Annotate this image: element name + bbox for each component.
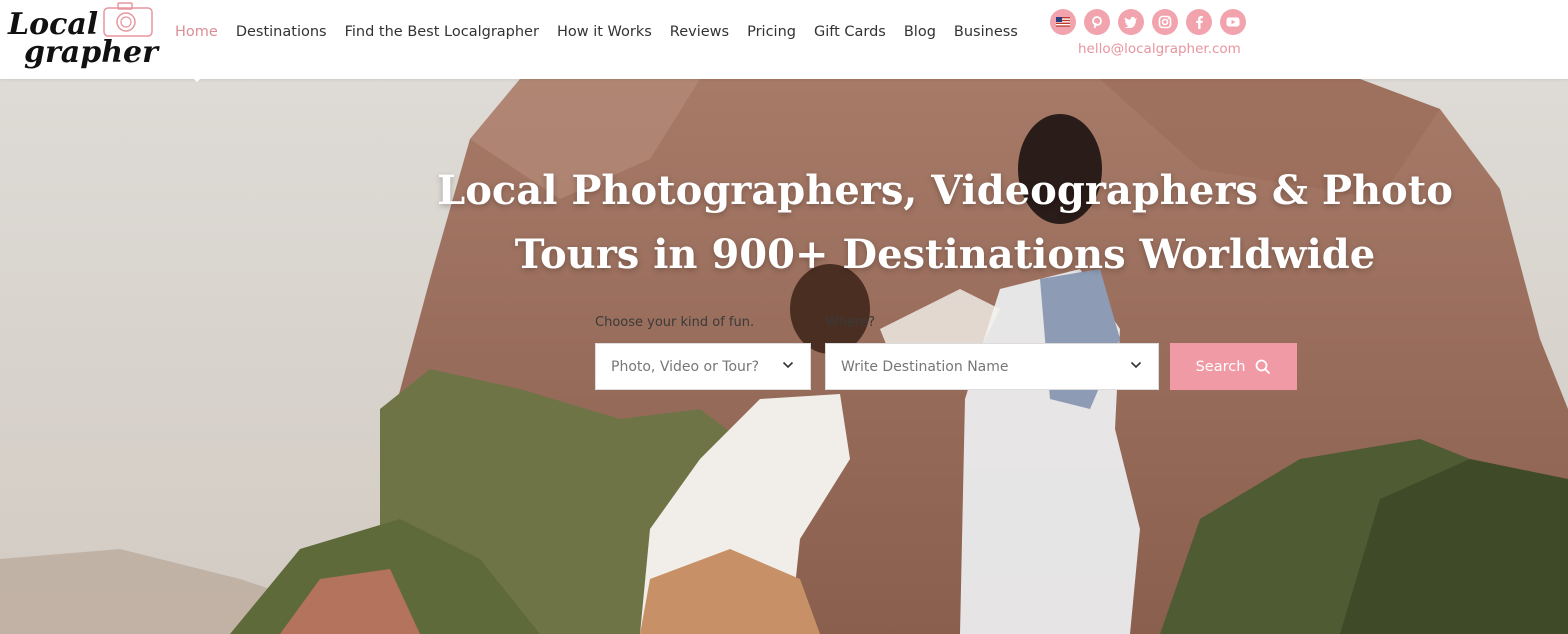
nav-item-how-it-works[interactable]: How it Works: [557, 24, 652, 40]
search-icon: [1256, 359, 1271, 374]
destination-select-value: Write Destination Name: [841, 358, 1009, 375]
kind-select[interactable]: Photo, Video or Tour?: [595, 343, 811, 390]
youtube-icon[interactable]: [1220, 9, 1246, 35]
nav-item-gift-cards[interactable]: Gift Cards: [814, 24, 886, 40]
instagram-icon[interactable]: [1152, 9, 1178, 35]
chevron-down-icon: [1130, 361, 1142, 369]
camera-icon: [103, 2, 153, 37]
kind-select-value: Photo, Video or Tour?: [611, 358, 760, 375]
kind-label: Choose your kind of fun.: [595, 315, 755, 330]
search-button[interactable]: Search: [1170, 343, 1297, 390]
main-nav: Home Destinations Find the Best Localgra…: [175, 24, 1036, 40]
search-button-label: Search: [1195, 358, 1246, 375]
site-header: Local grapher Home Destinations Find the…: [0, 0, 1568, 79]
hero-title-line2: Tours in 900+ Destinations Worldwide: [514, 231, 1376, 278]
hero-section: Local Photographers, Videographers & Pho…: [0, 79, 1568, 634]
nav-item-destinations[interactable]: Destinations: [236, 24, 327, 40]
nav-item-pricing[interactable]: Pricing: [747, 24, 796, 40]
chevron-down-icon: [782, 361, 794, 369]
where-label: Where?: [826, 315, 876, 330]
hero-title: Local Photographers, Videographers & Pho…: [420, 159, 1470, 287]
active-nav-caret: [187, 72, 207, 82]
pinterest-icon[interactable]: [1084, 9, 1110, 35]
contact-email-link[interactable]: hello@localgrapher.com: [1078, 41, 1241, 57]
nav-item-reviews[interactable]: Reviews: [670, 24, 729, 40]
nav-item-home[interactable]: Home: [175, 24, 218, 40]
nav-item-blog[interactable]: Blog: [904, 24, 936, 40]
social-links: [1050, 9, 1254, 35]
nav-item-business[interactable]: Business: [954, 24, 1018, 40]
nav-item-find-best[interactable]: Find the Best Localgrapher: [345, 24, 539, 40]
hero-title-line1: Local Photographers, Videographers & Pho…: [437, 167, 1453, 214]
facebook-icon[interactable]: [1186, 9, 1212, 35]
twitter-icon[interactable]: [1118, 9, 1144, 35]
destination-select[interactable]: Write Destination Name: [825, 343, 1159, 390]
us-flag-icon[interactable]: [1050, 9, 1076, 35]
logo-line2: grapher: [24, 35, 158, 70]
logo[interactable]: Local grapher: [6, 2, 158, 74]
